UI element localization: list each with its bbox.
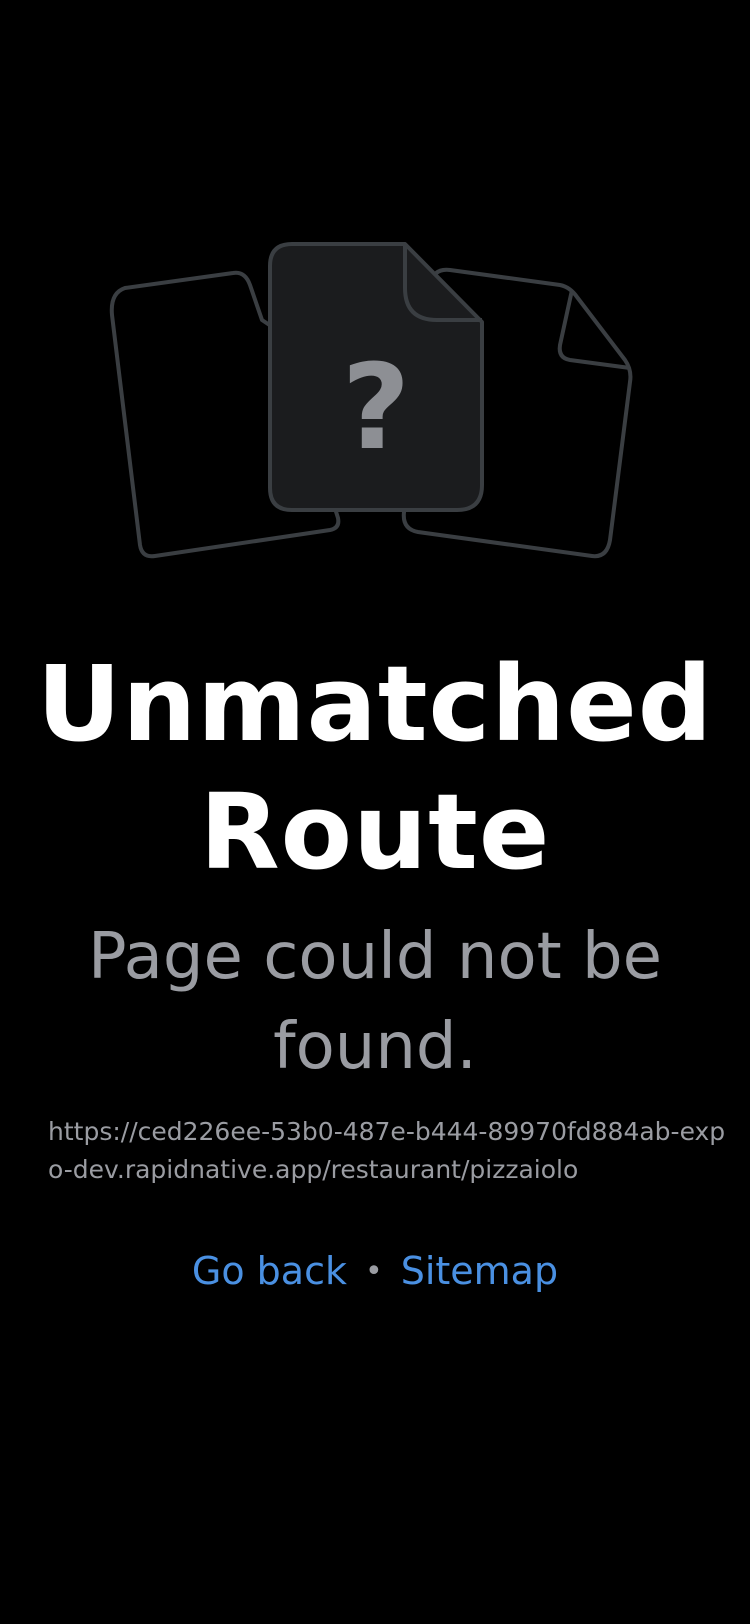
sitemap-link[interactable]: Sitemap <box>401 1249 558 1293</box>
missing-page-illustration: ? <box>0 240 750 590</box>
page-title: Unmatched Route <box>36 643 714 893</box>
question-mark-icon: ? <box>342 338 410 476</box>
page-subtitle: Page could not be found. <box>87 920 663 1084</box>
route-url: https://ced226ee-53b0-487e-b444-89970fd8… <box>48 1117 726 1184</box>
go-back-link[interactable]: Go back <box>192 1249 347 1293</box>
navigation-links: Go back • Sitemap <box>0 1245 750 1301</box>
link-separator: • <box>365 1254 383 1289</box>
